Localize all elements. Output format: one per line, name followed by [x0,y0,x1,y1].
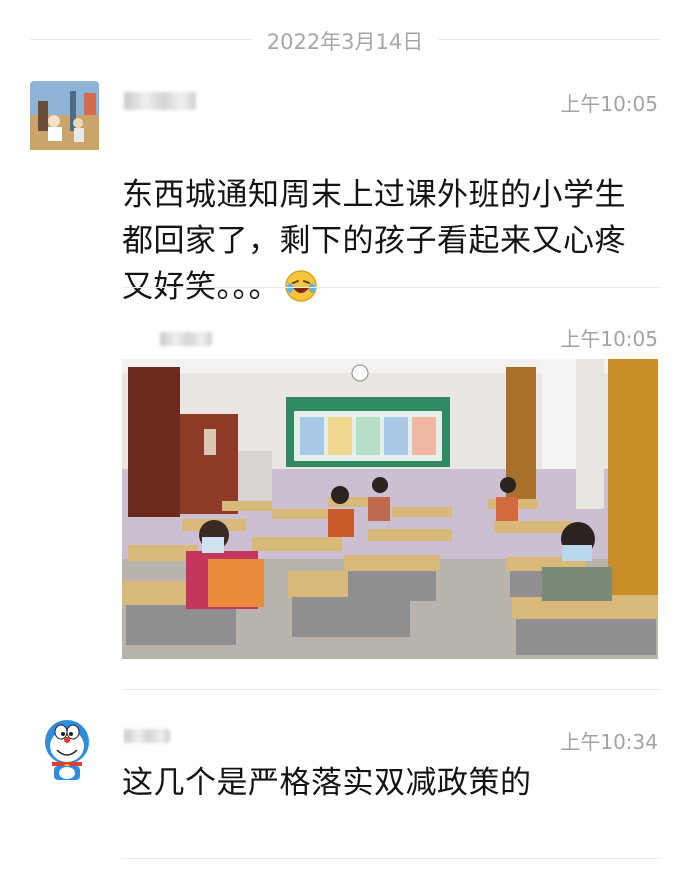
doraemon-avatar[interactable] [42,718,92,782]
date-line-left [30,39,252,40]
user-name-redacted [124,92,196,110]
laughing-crying-emoji-icon [284,269,318,303]
user-name-redacted [160,332,212,346]
date-line-right [438,39,660,40]
classroom-photo[interactable] [122,359,658,659]
message-text-content: 东西城通知周末上过课外班的小学生 都回家了，剩下的孩子看起来又心疼 又好笑。。。 [122,177,626,305]
message-time: 上午10:05 [560,327,658,351]
message-time: 上午10:34 [560,730,658,754]
message-text: 这几个是严格落实双减政策的 [122,765,532,801]
date-label: 2022年3月14日 [266,30,424,54]
date-separator: 2022年3月14日 [0,24,690,54]
message-divider [122,689,660,690]
message-divider [122,858,660,859]
message-divider [122,287,660,288]
user-name-redacted [124,729,170,743]
message-text: 东西城通知周末上过课外班的小学生 都回家了，剩下的孩子看起来又心疼 又好笑。。。 [122,126,667,310]
user-avatar[interactable] [30,81,99,150]
message-time: 上午10:05 [560,92,658,116]
